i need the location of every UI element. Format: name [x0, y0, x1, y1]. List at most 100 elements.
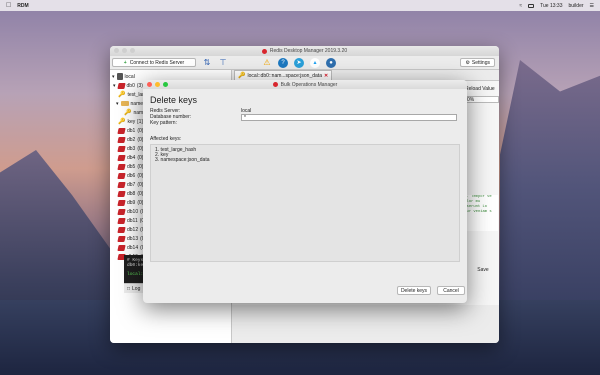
save-button[interactable]: Save [468, 265, 498, 274]
plus-icon: + [123, 59, 127, 66]
key-icon: 🔑 [238, 73, 246, 79]
value-editor[interactable]: me. Tempor ve dolor mu deserunt Lo ncur … [462, 195, 498, 231]
github-icon[interactable]: ● [326, 57, 336, 68]
database-icon [117, 199, 126, 206]
database-icon [117, 226, 126, 233]
close-icon[interactable] [114, 48, 119, 53]
rdm-logo-icon [272, 82, 278, 87]
database-icon [117, 235, 126, 242]
close-icon[interactable] [147, 82, 152, 87]
tree-server-label: local [124, 73, 135, 80]
database-icon [117, 190, 126, 197]
tree-db-label: db6 [127, 172, 136, 179]
tree-key-count: [1] [137, 118, 143, 125]
tree-db-label: db1 [127, 127, 136, 134]
expand-icon[interactable]: ▾ [116, 101, 119, 107]
menu-app-name[interactable]: RDM [17, 3, 28, 9]
tree-db-label: db0 [126, 82, 135, 89]
dialog-window-controls [147, 82, 168, 87]
tree-db-label: db4 [127, 154, 136, 161]
document-icon: □ [127, 285, 131, 292]
tree-db-label: db14 [127, 244, 139, 251]
tab-log-label: Log [132, 285, 141, 292]
zoom-icon[interactable] [130, 48, 135, 53]
database-icon [117, 217, 126, 224]
main-titlebar: Redis Desktop Manager 2019.3.20 [110, 46, 499, 56]
menu-list-icon[interactable]: ☰ [590, 3, 594, 9]
settings-button[interactable]: ⚙ Settings [460, 58, 495, 67]
dialog-title: Bulk Operations Manager [280, 81, 338, 88]
main-toolbar: + Connect to Redis Server ⇅ ⊤ ⚠ ? ➤ ▴ ● … [110, 56, 499, 70]
zoom-icon[interactable] [163, 82, 168, 87]
tree-icon[interactable]: ⊤ [218, 58, 228, 68]
database-icon [117, 163, 126, 170]
tab-key-view[interactable]: 🔑 local::db0::nam...space:json_data ✕ [234, 70, 333, 80]
connect-server-label: Connect to Redis Server [129, 59, 185, 66]
close-tab-icon[interactable]: ✕ [324, 73, 328, 79]
dialog-heading: Delete keys [150, 95, 198, 105]
gear-icon: ⚙ [465, 59, 470, 66]
menu-user[interactable]: builder [569, 3, 584, 9]
minimize-icon[interactable] [155, 82, 160, 87]
database-icon [117, 136, 126, 143]
warning-icon[interactable]: ⚠ [262, 58, 272, 68]
dialog-body: Delete keys Redis Server: local Database… [143, 89, 467, 132]
import-icon[interactable]: ⇅ [202, 58, 212, 68]
tab-label: local::db0::nam...space:json_data [247, 72, 322, 79]
expand-icon[interactable]: ▾ [113, 83, 116, 89]
apple-icon[interactable]:  [6, 2, 11, 9]
key-icon: 🔑 [124, 110, 132, 116]
twitter-icon[interactable]: ▴ [310, 57, 320, 68]
database-icon [117, 244, 126, 251]
settings-label: Settings [471, 59, 490, 66]
menu-bar:  RDM ≈ Tue 13:33 builder ☰ [0, 0, 600, 11]
database-icon [116, 82, 126, 89]
reload-value-label[interactable]: Reload Value [465, 86, 495, 92]
minimize-icon[interactable] [122, 48, 127, 53]
expand-icon[interactable]: ▾ [112, 74, 115, 80]
key-icon: 🔑 [118, 119, 126, 125]
tree-db-label: db5 [127, 163, 136, 170]
tree-key-label: test_lar [127, 91, 144, 98]
database-icon [117, 127, 126, 134]
tree-db-label: db10 [127, 208, 139, 215]
database-icon [117, 154, 126, 161]
battery-icon[interactable] [528, 3, 535, 8]
tree-db-label: db8 [127, 190, 136, 197]
menu-time[interactable]: Tue 13:33 [540, 3, 562, 9]
window-controls [114, 48, 135, 53]
list-item: 3. namespace:json_data [155, 157, 210, 163]
tree-db-label: db7 [127, 181, 136, 188]
tree-db-label: db11 [127, 217, 138, 224]
telegram-icon[interactable]: ➤ [294, 57, 304, 68]
tree-db-label: db13 [127, 235, 139, 242]
tree-db-label: db12 [127, 226, 139, 233]
key-icon: 🔑 [118, 92, 126, 98]
key-pattern-input[interactable]: * [241, 114, 457, 121]
database-icon [117, 181, 126, 188]
toolbar-icon-group: ⚠ ? ➤ ▴ ● [262, 57, 336, 68]
main-window-title: Redis Desktop Manager 2019.3.20 [269, 48, 348, 54]
percent-field[interactable]: 0% [465, 96, 499, 103]
affected-keys-list[interactable]: 1. test_large_hash 2. key 3. namespace:j… [150, 144, 460, 262]
database-icon [117, 208, 126, 215]
tab-log[interactable]: □ Log [127, 286, 140, 292]
cancel-button[interactable]: Cancel [437, 286, 465, 295]
folder-icon [120, 101, 129, 106]
delete-keys-button[interactable]: Delete keys [397, 286, 431, 295]
pattern-label: Key pattern: [150, 120, 177, 126]
wifi-icon[interactable]: ≈ [519, 3, 522, 9]
database-icon [117, 145, 126, 152]
affected-keys-label: Affected keys: [150, 136, 182, 142]
help-icon[interactable]: ? [278, 57, 288, 68]
tree-key-label: key [127, 118, 136, 125]
tree-db-label: db3 [127, 145, 136, 152]
connect-server-button[interactable]: + Connect to Redis Server [112, 58, 196, 67]
tree-db-label: db9 [127, 199, 136, 206]
rdm-logo-icon [261, 48, 267, 54]
code-line: ncur veniam s [462, 210, 492, 214]
bulk-operations-dialog: Bulk Operations Manager Delete keys Redi… [143, 80, 467, 303]
dialog-titlebar: Bulk Operations Manager [143, 80, 467, 89]
server-icon [116, 73, 123, 80]
database-icon [117, 172, 126, 179]
